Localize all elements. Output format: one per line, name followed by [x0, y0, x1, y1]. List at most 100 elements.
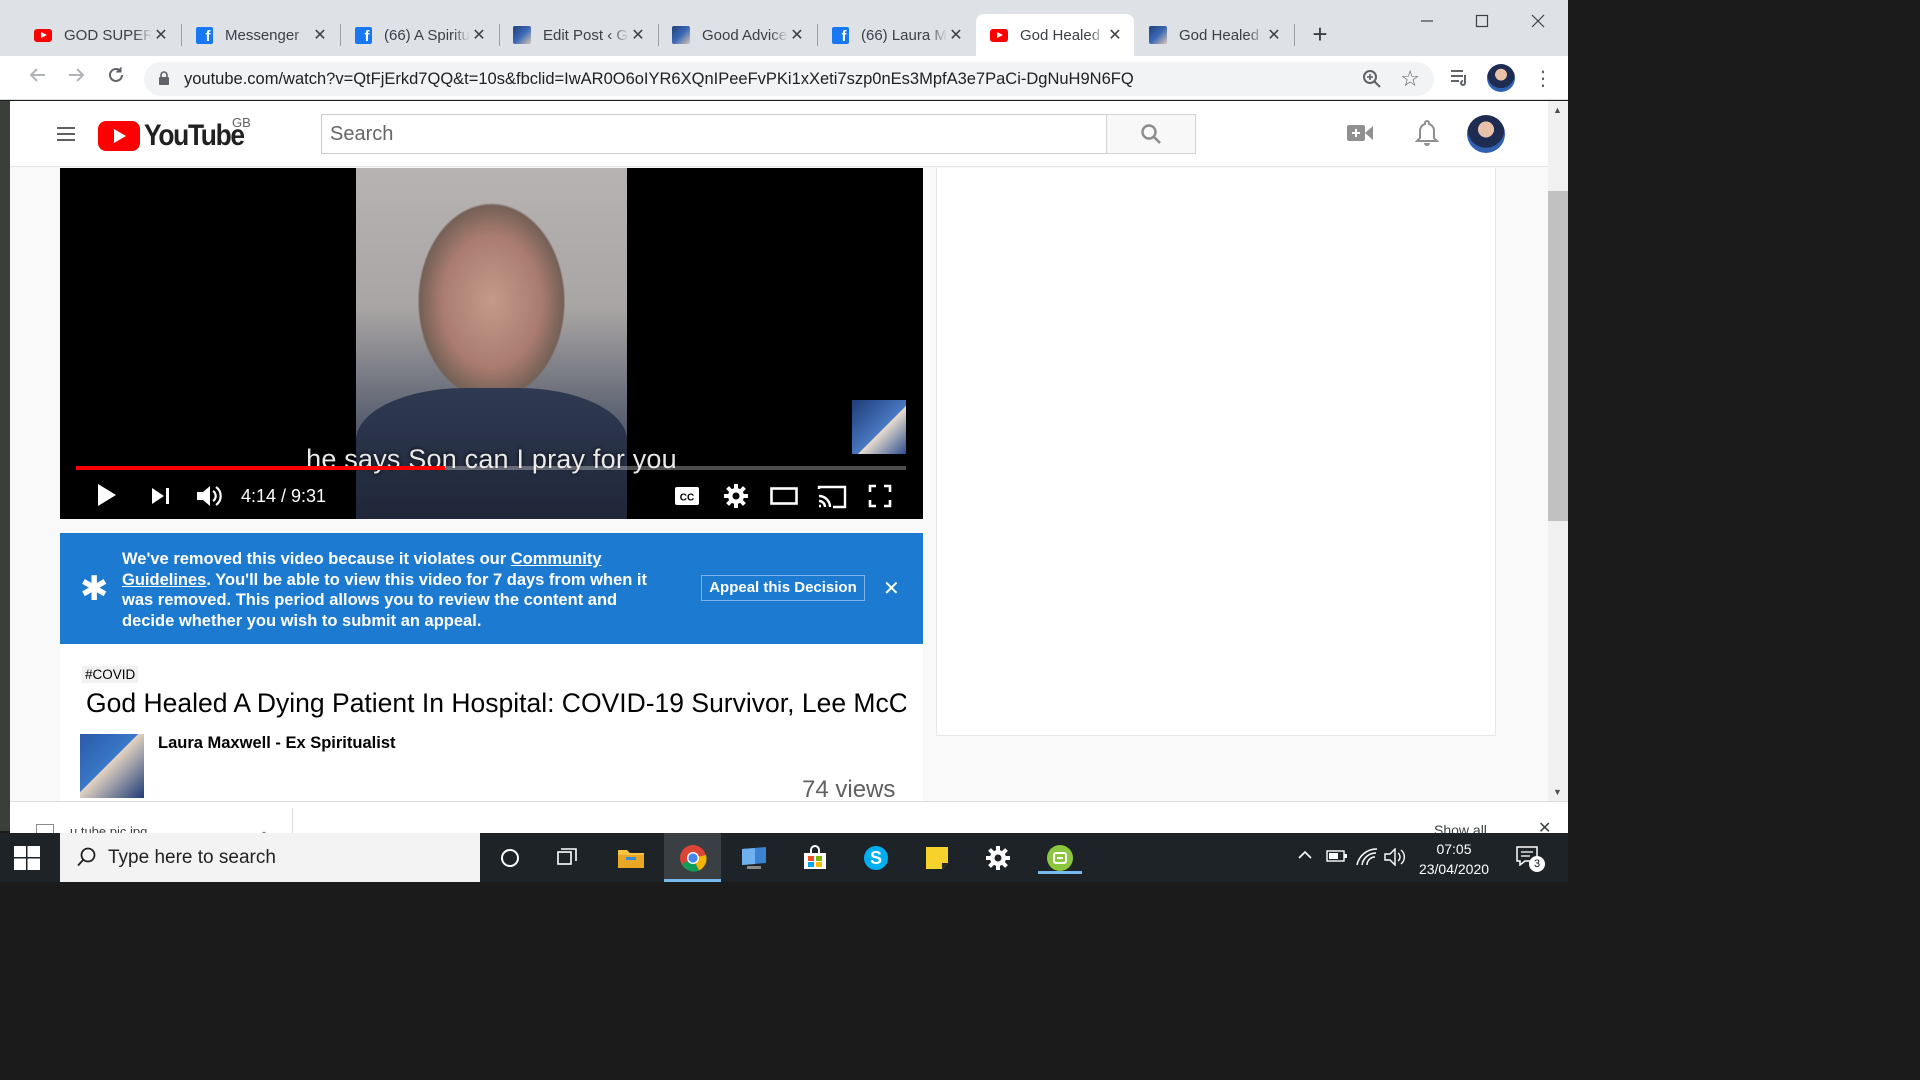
browser-tab[interactable]: f (66) A Spiritualist ✕ [340, 14, 498, 56]
volume-button[interactable] [195, 484, 223, 513]
tab-separator [1294, 24, 1295, 46]
zoom-icon[interactable] [1362, 69, 1382, 89]
browser-tab[interactable]: f Messenger ✕ [181, 14, 339, 56]
view-count: 74 views [802, 776, 896, 801]
bookmark-star-icon[interactable]: ☆ [1400, 66, 1420, 92]
forward-arrow-icon[interactable] [62, 64, 90, 92]
progress-bar[interactable] [76, 466, 906, 470]
cc-icon: CC [675, 487, 699, 505]
hashtag-link[interactable]: #COVID [82, 666, 139, 683]
channel-avatar[interactable] [80, 734, 144, 798]
tab-title: God Healed [1179, 26, 1260, 44]
windows-start-button[interactable] [14, 846, 40, 870]
create-video-icon[interactable] [1347, 123, 1373, 148]
volume-tray-icon[interactable] [1384, 847, 1406, 870]
reload-icon[interactable] [102, 64, 130, 92]
play-button[interactable] [96, 482, 118, 513]
tab-title: GOD SUPERNATURAL [64, 26, 152, 44]
microsoft-store-icon[interactable] [795, 842, 835, 874]
removal-message: We've removed this video because it viol… [122, 549, 662, 631]
browser-tab[interactable]: GOD SUPERNATURAL ✕ [20, 14, 180, 56]
tab-close-icon[interactable]: ✕ [1265, 25, 1283, 45]
task-view-icon[interactable] [548, 842, 588, 874]
close-shelf-icon[interactable]: ✕ [1538, 818, 1551, 833]
subtitles-button[interactable]: CC [674, 486, 700, 511]
url-text[interactable]: youtube.com/watch?v=QtFjErkd7QQ&t=10s&fb… [184, 70, 1134, 89]
theater-mode-button[interactable] [770, 487, 798, 510]
active-indicator [664, 879, 721, 882]
maximize-button[interactable] [1459, 8, 1505, 36]
browser-tab[interactable]: f (66) Laura Maxwell ✕ [817, 14, 975, 56]
pinned-app-icon[interactable] [1038, 842, 1082, 874]
tab-close-icon[interactable]: ✕ [470, 25, 488, 45]
download-item[interactable]: u tube pic.jpg [70, 824, 147, 833]
wifi-icon[interactable] [1356, 848, 1378, 870]
tab-close-icon[interactable]: ✕ [788, 25, 806, 45]
scrollbar-thumb[interactable] [1548, 191, 1568, 521]
notifications-bell-icon[interactable] [1414, 119, 1440, 152]
skype-icon[interactable]: S [856, 842, 896, 874]
chrome-taskbar-icon[interactable] [664, 833, 721, 882]
minimize-button[interactable] [1404, 8, 1450, 36]
tab-close-icon[interactable]: ✕ [1106, 25, 1124, 45]
settings-button[interactable] [723, 483, 749, 514]
hamburger-menu-icon[interactable] [57, 127, 75, 141]
show-all-button[interactable]: Show all [1434, 822, 1487, 833]
file-explorer-icon[interactable] [611, 842, 651, 874]
chevron-up-icon[interactable]: ︿ [258, 822, 270, 833]
youtube-logo[interactable]: YouTube GB [98, 115, 257, 153]
clock-date: 23/04/2020 [1418, 861, 1490, 877]
fullscreen-icon [868, 484, 892, 508]
running-indicator [1038, 871, 1082, 874]
video-info: #COVID God Healed A Dying Patient In Hos… [60, 644, 923, 801]
next-button[interactable] [150, 486, 172, 511]
new-tab-button[interactable]: + [1308, 20, 1332, 48]
progress-played [76, 466, 445, 470]
browser-profile-avatar[interactable] [1487, 64, 1515, 92]
appeal-button[interactable]: Appeal this Decision [701, 575, 865, 601]
browser-menu-icon[interactable]: ⋮ [1533, 66, 1553, 91]
fullscreen-button[interactable] [868, 484, 892, 513]
action-center-button[interactable]: 3 [1516, 846, 1545, 872]
tab-title: Edit Post ‹ Good Advice [543, 26, 629, 44]
close-banner-icon[interactable]: ✕ [883, 576, 900, 601]
channel-name[interactable]: Laura Maxwell - Ex Spiritualist [158, 734, 396, 753]
cortana-icon[interactable] [490, 842, 530, 874]
taskbar-search-box[interactable]: Type here to search [60, 833, 480, 882]
volume-icon [197, 486, 222, 506]
settings-gear-icon[interactable] [978, 842, 1018, 874]
sticky-notes-icon[interactable] [917, 842, 957, 874]
video-caption: he says Son can I pray for you [306, 444, 677, 474]
browser-tab-active[interactable]: God Healed ✕ [976, 14, 1134, 56]
skip-next-icon [152, 488, 169, 504]
clock-time: 07:05 [1436, 841, 1472, 857]
asterisk-icon: ✱ [80, 570, 109, 608]
close-window-button[interactable] [1515, 8, 1561, 36]
account-avatar[interactable] [1467, 115, 1505, 153]
battery-icon[interactable] [1326, 848, 1348, 868]
cast-icon [817, 485, 847, 509]
taskbar-clock[interactable]: 07:05 23/04/2020 [1418, 839, 1490, 879]
tab-close-icon[interactable]: ✕ [947, 25, 965, 45]
show-hidden-icons-chevron-icon[interactable] [1297, 848, 1313, 865]
tab-close-icon[interactable]: ✕ [152, 25, 170, 45]
back-arrow-icon[interactable] [24, 64, 52, 92]
lock-icon[interactable] [158, 71, 170, 85]
browser-tab[interactable]: Edit Post ‹ Good Advice ✕ [499, 14, 657, 56]
page-scrollbar[interactable]: ▲ ▼ [1548, 101, 1568, 801]
browser-tab[interactable]: Good Advice ✕ [658, 14, 816, 56]
search-button[interactable] [1106, 114, 1196, 154]
scroll-up-arrow-icon[interactable]: ▲ [1553, 105, 1562, 115]
tab-close-icon[interactable]: ✕ [629, 25, 647, 45]
browser-tab[interactable]: God Healed ✕ [1135, 14, 1293, 56]
cast-button[interactable] [817, 485, 847, 514]
media-queue-icon[interactable] [1450, 68, 1470, 91]
search-input[interactable]: Search [321, 114, 1107, 154]
removal-message-start: We've removed this video because it viol… [122, 550, 511, 568]
video-player[interactable]: he says Son can I pray for you 4:14 / 9:… [60, 168, 923, 519]
scroll-down-arrow-icon[interactable]: ▼ [1553, 787, 1562, 797]
desktop-app-icon[interactable] [734, 842, 774, 874]
tab-close-icon[interactable]: ✕ [311, 25, 329, 45]
site-photo-icon [1149, 26, 1167, 44]
address-bar[interactable]: youtube.com/watch?v=QtFjErkd7QQ&t=10s&fb… [144, 62, 1434, 96]
